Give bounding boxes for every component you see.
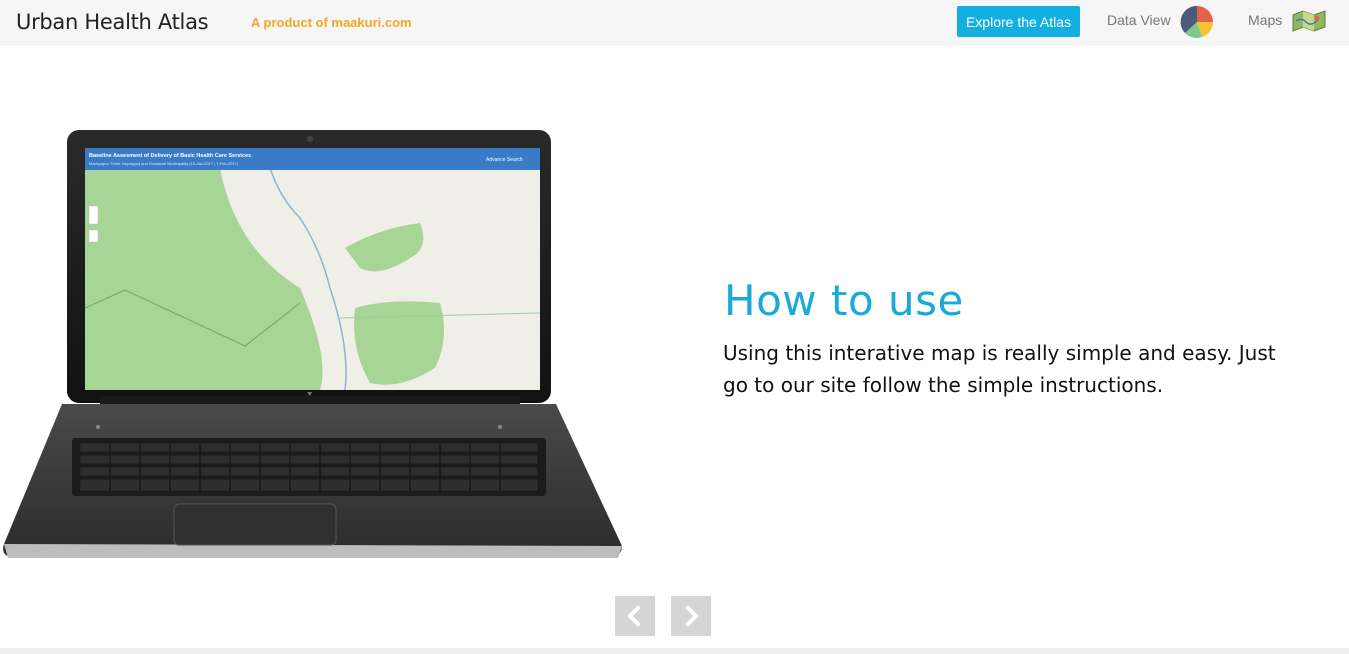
- chevron-right-icon: [685, 605, 699, 627]
- navbar: Urban Health Atlas A product of maakuri.…: [0, 0, 1349, 45]
- chevron-left-icon: [627, 605, 641, 627]
- advance-search-label: Advance Search: [486, 157, 523, 163]
- brand-title[interactable]: Urban Health Atlas: [16, 10, 209, 34]
- nav-maps-label: Maps: [1248, 12, 1283, 28]
- pie-chart-icon[interactable]: [1180, 5, 1214, 39]
- nav-data-view[interactable]: Data View: [1107, 12, 1171, 28]
- folded-map-icon[interactable]: [1292, 9, 1326, 33]
- carousel-next-button[interactable]: [671, 596, 711, 636]
- tagline[interactable]: A product of maakuri.com: [251, 15, 412, 30]
- carousel-prev-button[interactable]: [615, 596, 655, 636]
- section-description: Using this interative map is really simp…: [723, 341, 1276, 397]
- nav-maps[interactable]: Maps: [1248, 12, 1282, 28]
- footer-strip: [0, 648, 1349, 654]
- map-title: Baseline Assesment of Delivery of Basic …: [89, 153, 251, 159]
- map-subtitle: Madhyapur Thimi, Nepalgunj and Godawari …: [89, 161, 239, 166]
- nav-data-view-label: Data View: [1107, 12, 1171, 28]
- section-title: How to use: [724, 276, 964, 325]
- laptop-illustration: Baseline Assesment of Delivery of Basic …: [3, 130, 623, 558]
- explore-atlas-button[interactable]: Explore the Atlas: [957, 6, 1080, 37]
